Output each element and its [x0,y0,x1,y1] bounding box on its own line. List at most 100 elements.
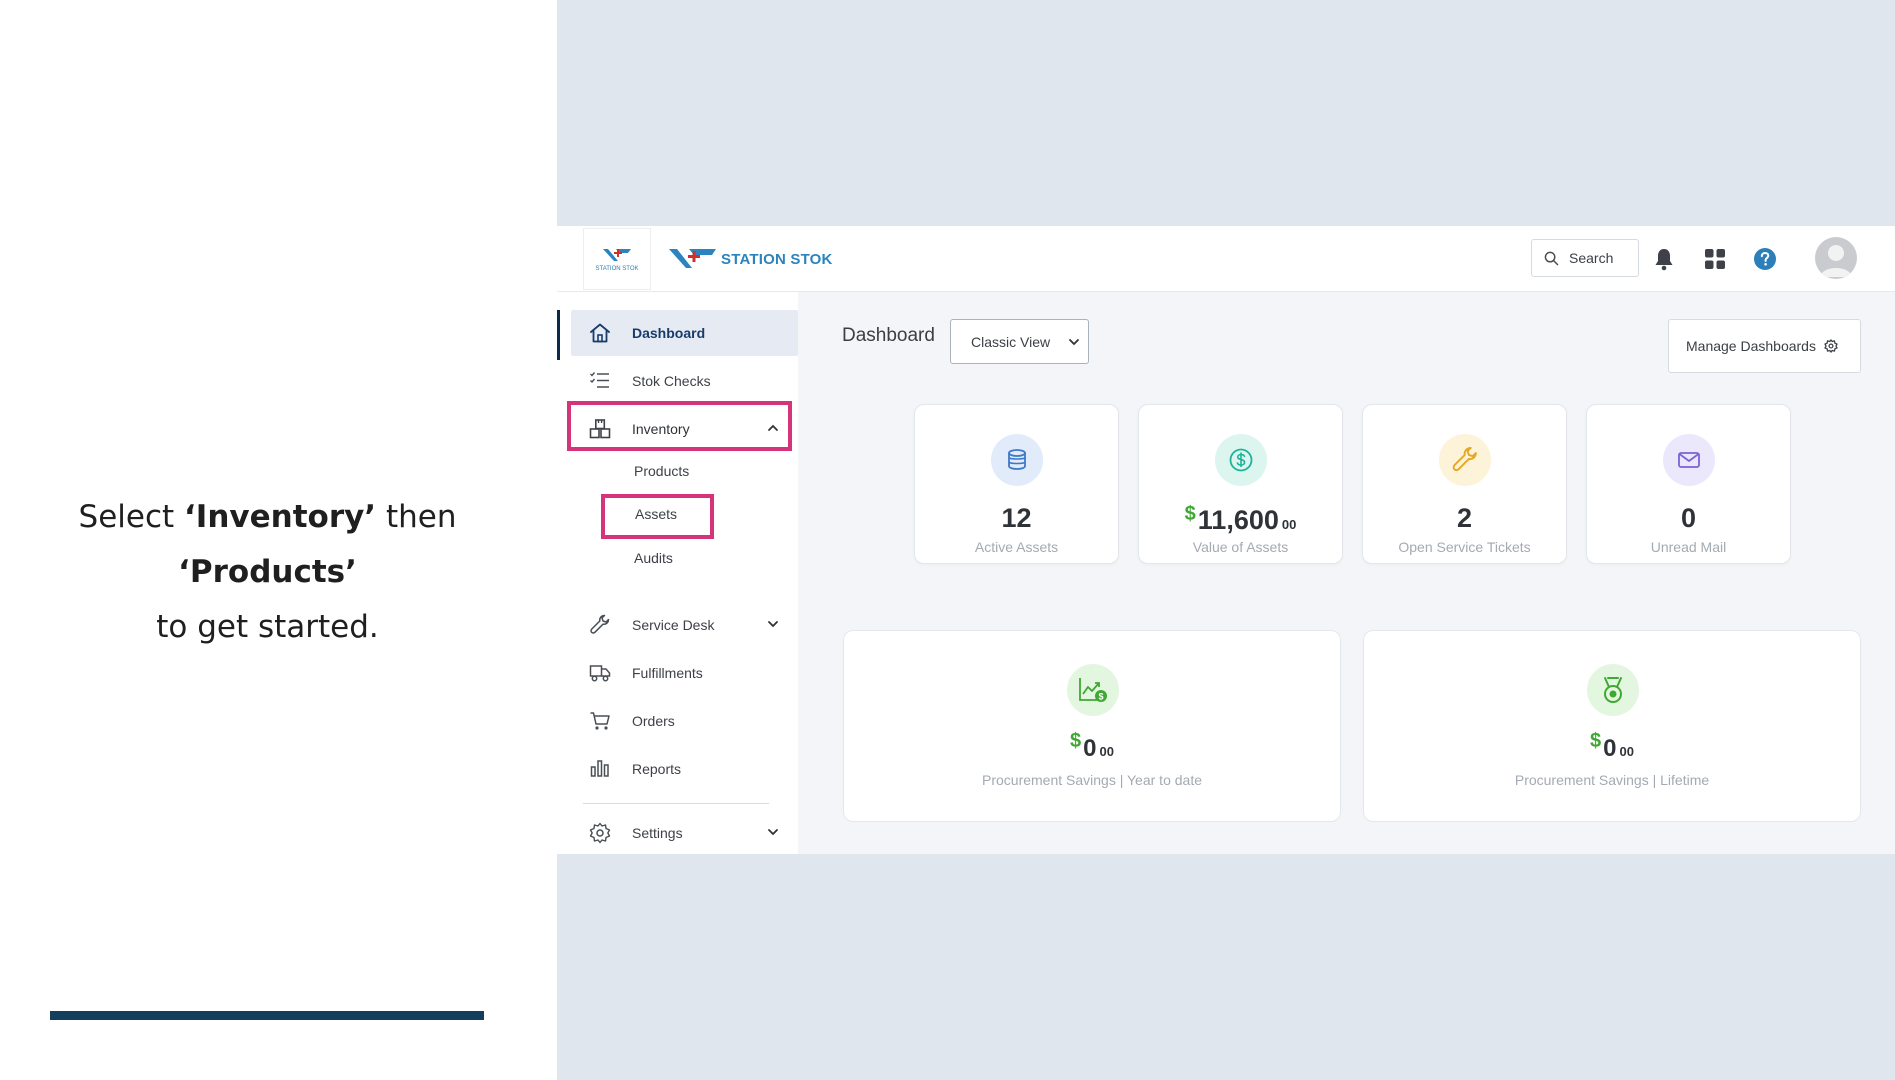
savings-caption: Procurement Savings | Lifetime [1514,772,1710,788]
wrench-icon [590,614,610,634]
instruction-inventory: ‘Inventory’ [184,499,377,535]
sidebar-subitem-products[interactable]: Products [634,463,689,479]
card-procurement-savings-lifetime[interactable]: $0 00 Procurement Savings | Lifetime [1363,630,1861,822]
user-avatar-icon [1820,245,1852,277]
home-icon [590,323,610,343]
coins-icon [1008,449,1026,470]
sidebar-item-label: Stok Checks [632,373,711,389]
sidebar-item-label: Dashboard [632,325,706,341]
stat-value: 0 [1680,503,1697,533]
truck-icon [589,665,611,682]
savings-value-number: 0 [1603,735,1617,762]
savings-value: $0 00 [1364,730,1860,763]
avatar[interactable] [1815,237,1857,279]
grid-icon [1705,249,1725,269]
stat-card-value-of-assets[interactable]: $11,600 00 Value of Assets [1138,404,1343,564]
sidebar-item-label: Service Desk [632,617,715,633]
sidebar-item-label: Fulfillments [632,665,703,681]
active-indicator [557,310,560,360]
chart-savings-icon: $ [1079,678,1107,702]
station-stok-brand-icon [669,249,716,268]
sidebar-item-label: Orders [632,713,675,729]
brand-name: STATION STOK [721,250,833,268]
stat-value: 12 [1001,503,1032,533]
gear-icon [1824,339,1838,353]
search-label: Search [1569,250,1614,266]
currency-symbol: $ [1070,730,1082,752]
stat-icon-circle [1215,434,1267,486]
stat-icon-circle [1439,434,1491,486]
apps-button[interactable] [1702,246,1728,272]
instruction-middle: then [376,499,457,535]
top-bar: STATION STOK STATION STOK Search [557,226,1895,292]
search-button[interactable]: Search [1531,239,1639,277]
brand[interactable]: STATION STOK [669,246,833,272]
bar-chart-icon [590,760,609,777]
stat-value: $11,600 00 [1139,503,1342,536]
sidebar-subitem-audits[interactable]: Audits [634,550,673,566]
savings-value-number: 0 [1083,735,1097,762]
sidebar-item-dashboard[interactable]: Dashboard [571,310,798,356]
sidebar-item-reports[interactable]: Reports [571,746,798,792]
view-select[interactable]: Classic View [950,319,1089,364]
mail-icon [1678,452,1700,468]
stat-value-number: 11,600 [1197,505,1279,535]
savings-caption: Procurement Savings | Year to date [982,772,1202,788]
assets-highlight [601,494,714,539]
logo-small-text: STATION STOK [595,266,639,272]
stat-caption: Unread Mail [1650,539,1727,555]
sidebar-item-label: Settings [632,825,683,841]
chevron-down-icon[interactable] [766,617,780,631]
stat-card-open-service-tickets[interactable]: 2 Open Service Tickets [1362,404,1567,564]
stat-caption: Value of Assets [1192,539,1289,555]
stat-value: 2 [1456,503,1473,533]
svg-text:$: $ [1098,692,1103,702]
instruction-line2: to get started. [156,609,379,645]
medal-icon [1604,677,1622,703]
sidebar-divider [583,803,769,804]
help-button[interactable] [1752,246,1778,272]
station-stok-logo-icon [603,249,631,261]
stat-card-unread-mail[interactable]: 0 Unread Mail [1586,404,1791,564]
stat-icon-circle [991,434,1043,486]
instruction-text: Select ‘Inventory’ then ‘Products’ to ge… [0,490,535,655]
bell-icon [1655,249,1673,271]
instruction-products: ‘Products’ [178,554,357,590]
currency-symbol: $ [1184,503,1196,525]
savings-value: $0 00 [844,730,1340,763]
gear-icon [589,822,611,844]
instruction-prefix: Select [78,499,185,535]
stat-icon-circle [1663,434,1715,486]
sidebar-item-orders[interactable]: Orders [571,698,798,744]
sidebar-item-stok-checks[interactable]: Stok Checks [571,358,798,404]
app-window: STATION STOK STATION STOK Search Dashboa… [557,226,1895,854]
instruction-panel: Select ‘Inventory’ then ‘Products’ to ge… [0,0,557,1080]
sidebar-item-fulfillments[interactable]: Fulfillments [571,650,798,696]
chevron-down-icon[interactable] [766,825,780,839]
stat-caption: Open Service Tickets [1398,539,1531,555]
cart-icon [590,712,610,730]
card-procurement-savings-ytd[interactable]: $ $0 00 Procurement Savings | Year to dat… [843,630,1341,822]
logo-tile[interactable]: STATION STOK [583,228,651,290]
chevron-down-icon [1069,339,1079,346]
stat-value-cents: 00 [1281,517,1297,532]
search-icon [1544,251,1559,265]
manage-dashboards-label: Manage Dashboards [1686,338,1816,354]
sidebar-item-service-desk[interactable]: Service Desk [571,602,798,648]
savings-value-cents: 00 [1099,744,1114,759]
notifications-button[interactable] [1651,246,1677,272]
savings-value-cents: 00 [1619,744,1634,759]
dollar-circle-icon [1229,448,1253,472]
stat-caption: Active Assets [974,539,1059,555]
view-select-value: Classic View [971,333,1051,350]
savings-icon-circle: $ [1067,664,1119,716]
page-title: Dashboard [842,325,935,346]
checklist-icon [590,372,609,388]
currency-symbol: $ [1590,730,1602,752]
sidebar-item-settings[interactable]: Settings [571,810,798,856]
accent-bar [50,1011,484,1020]
manage-dashboards-button[interactable]: Manage Dashboards [1668,319,1861,373]
help-icon [1754,248,1776,270]
sidebar-item-label: Reports [632,761,682,777]
stat-card-active-assets[interactable]: 12 Active Assets [914,404,1119,564]
